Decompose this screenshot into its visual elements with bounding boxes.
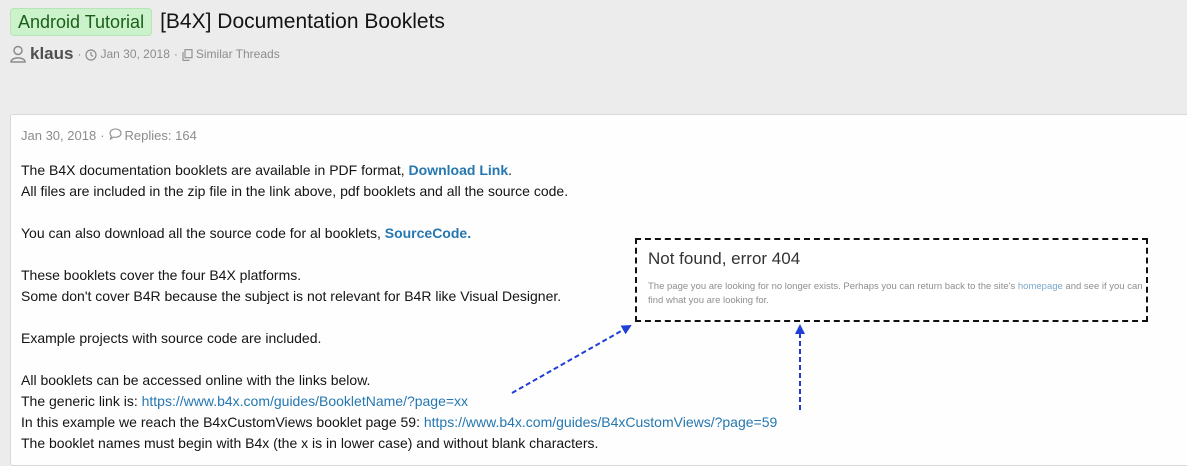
arrow-generic-link xyxy=(511,325,632,394)
annotation-arrows xyxy=(511,324,805,410)
